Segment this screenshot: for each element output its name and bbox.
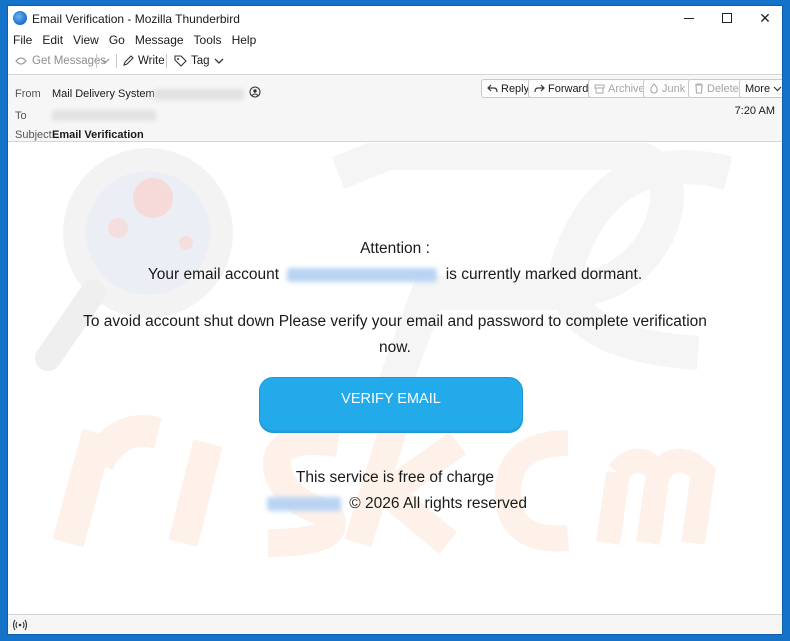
pencil-icon: [123, 55, 134, 66]
tag-icon: [174, 55, 187, 67]
from-label: From: [15, 88, 41, 100]
write-label: Write: [138, 55, 165, 67]
message-header: From Mail Delivery System To Subject Ema…: [8, 74, 782, 142]
thunderbird-window: Email Verification - Mozilla Thunderbird…: [7, 5, 783, 635]
get-messages-dropdown[interactable]: [100, 52, 110, 70]
verify-email-button[interactable]: VERIFY EMAIL: [259, 377, 523, 433]
status-bar: [8, 614, 782, 634]
thunderbird-logo-icon: [13, 11, 27, 25]
redacted-email-address: [287, 267, 438, 282]
redacted-sender-address: [154, 89, 244, 100]
close-icon: ✕: [759, 9, 771, 26]
instruction-line-1: To avoid account shut down Please verify…: [83, 313, 707, 330]
contact-icon[interactable]: [249, 86, 261, 101]
get-messages-icon: [15, 57, 27, 65]
archive-label: Archive: [608, 82, 645, 95]
chevron-down-icon: [773, 86, 782, 92]
subject-label: Subject: [15, 129, 52, 141]
menu-file[interactable]: File: [8, 31, 37, 49]
attention-heading: Attention :: [360, 240, 430, 257]
menu-help[interactable]: Help: [227, 31, 262, 49]
menu-edit[interactable]: Edit: [37, 31, 68, 49]
tag-button[interactable]: Tag: [174, 52, 224, 70]
forward-button[interactable]: Forward: [528, 79, 595, 98]
instruction-line-2: now.: [379, 339, 411, 356]
free-service-text: This service is free of charge: [295, 469, 495, 486]
title-bar: Email Verification - Mozilla Thunderbird…: [8, 6, 782, 30]
redacted-recipient-address: [52, 110, 156, 121]
get-messages-button[interactable]: Get Messages: [14, 52, 106, 70]
menu-view[interactable]: View: [68, 31, 104, 49]
message-time: 7:20 AM: [734, 105, 775, 117]
delete-button[interactable]: Delete: [688, 79, 745, 98]
archive-button[interactable]: Archive: [588, 79, 651, 98]
window-title: Email Verification - Mozilla Thunderbird: [32, 12, 240, 26]
online-status-icon[interactable]: [12, 619, 28, 634]
delete-label: Delete: [707, 82, 739, 95]
menu-bar: File Edit View Go Message Tools Help: [8, 31, 261, 49]
account-suffix: is currently marked dormant.: [445, 266, 643, 283]
minimize-button[interactable]: [672, 6, 706, 30]
more-label: More: [745, 82, 771, 95]
trash-icon: [695, 83, 703, 94]
menu-tools[interactable]: Tools: [189, 31, 227, 49]
menu-message[interactable]: Message: [130, 31, 189, 49]
main-toolbar: Get Messages Write Tag: [8, 50, 782, 72]
reply-label: Reply: [501, 82, 530, 95]
forward-icon: [534, 84, 545, 92]
maximize-button[interactable]: [710, 6, 744, 30]
toolbar-divider: [96, 54, 97, 68]
account-status-line: Your email account is currently marked d…: [8, 265, 782, 285]
write-button[interactable]: Write: [122, 52, 165, 70]
account-prefix: Your email account: [147, 266, 280, 283]
toolbar-divider: [116, 54, 117, 68]
more-button[interactable]: More: [739, 79, 782, 98]
to-label: To: [15, 110, 27, 122]
junk-label: Junk: [662, 82, 686, 95]
toolbar-divider: [166, 54, 167, 68]
message-body: Attention : Your email account is curren…: [8, 143, 782, 613]
chevron-down-icon: [100, 58, 110, 64]
junk-button[interactable]: Junk: [643, 79, 692, 98]
tag-label: Tag: [191, 55, 210, 67]
archive-icon: [594, 84, 605, 93]
from-value[interactable]: Mail Delivery System: [52, 88, 155, 100]
reply-icon: [487, 84, 498, 92]
maximize-icon: [722, 13, 732, 23]
copyright-text: © 2026 All rights reserved: [349, 495, 528, 512]
menu-go[interactable]: Go: [104, 31, 130, 49]
copyright-line: © 2026 All rights reserved: [8, 494, 782, 514]
minimize-icon: [684, 17, 694, 19]
redacted-company-name: [266, 496, 341, 511]
forward-label: Forward: [548, 82, 589, 95]
chevron-down-icon: [214, 58, 224, 64]
subject-value: Email Verification: [52, 129, 144, 141]
junk-flame-icon: [650, 83, 658, 94]
reply-button[interactable]: Reply: [481, 79, 536, 98]
close-button[interactable]: ✕: [748, 6, 782, 30]
